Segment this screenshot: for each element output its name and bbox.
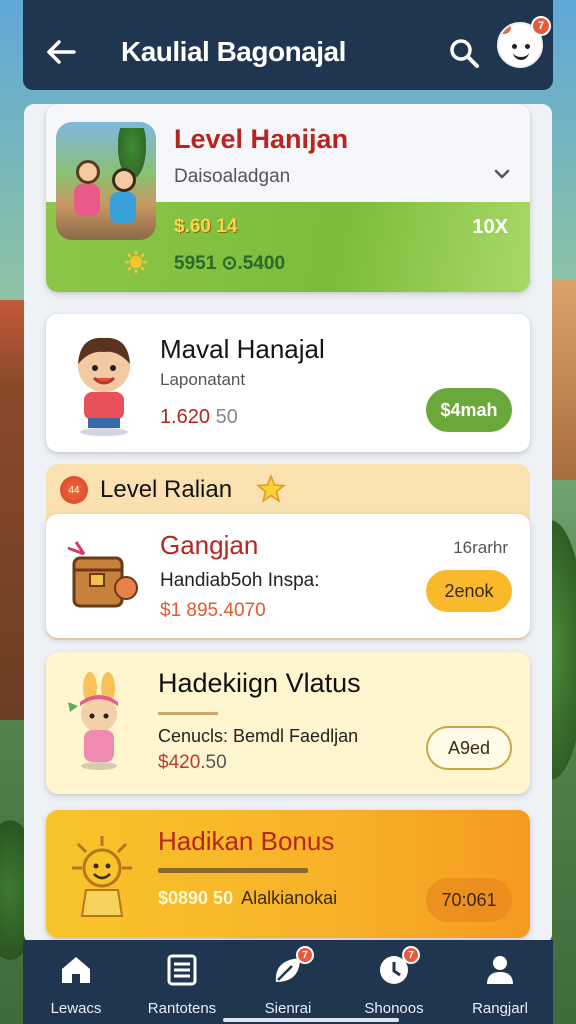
boy-character-icon bbox=[78, 337, 130, 436]
bottom-navigation: Lewacs Rantotens 7 Sienrai 7 Shonoos Ran… bbox=[23, 940, 553, 1024]
card-title: Maval Hanajal bbox=[160, 334, 325, 364]
chevron-down-icon[interactable] bbox=[492, 164, 512, 184]
price-primary: $.60 14 bbox=[174, 216, 238, 237]
level-card[interactable]: Level Hanijan Daisoaladgan $.60 14 5951 … bbox=[46, 104, 530, 292]
buy-button[interactable]: $4mah bbox=[426, 388, 512, 432]
avatar-ear bbox=[499, 24, 511, 34]
profile-avatar-button[interactable]: 7 bbox=[497, 16, 551, 68]
page-title: Kaulial Bagonajal bbox=[121, 36, 346, 67]
sun-icon bbox=[125, 251, 147, 273]
nav-label: Sienrai bbox=[264, 1000, 312, 1017]
divider bbox=[158, 868, 308, 873]
section-title: Level Ralian bbox=[100, 476, 233, 503]
child-head-right bbox=[112, 168, 136, 192]
treasure-chest-icon bbox=[67, 541, 138, 608]
offer-value-rest: .50 bbox=[200, 752, 227, 773]
card-subtitle: Daisoaladgan bbox=[174, 166, 291, 187]
level-thumbnail-image bbox=[56, 122, 156, 240]
bonus-title: Hadikan Bonus bbox=[158, 826, 335, 856]
offer-value: $1 895.4070 bbox=[160, 600, 266, 621]
price-secondary: 5951 ⊙.5400 bbox=[174, 253, 286, 274]
sun-character-icon bbox=[72, 836, 132, 917]
offer-card-hadekiign[interactable]: Hadekiign Vlatus Cenucls: Bemdl Faedljan… bbox=[46, 652, 530, 794]
offer-button[interactable]: A9ed bbox=[426, 726, 512, 770]
offer-subtitle: Handiab5oh Inspa: bbox=[160, 570, 320, 591]
offer-note: 16rarhr bbox=[453, 538, 508, 557]
offer-title: Gangjan bbox=[160, 530, 259, 560]
avatar-eye-left bbox=[512, 44, 517, 49]
nav-label: Shonoos bbox=[364, 1000, 424, 1017]
divider bbox=[158, 712, 218, 715]
card-value: 1.620 50 bbox=[160, 406, 238, 429]
offer-button[interactable]: 2enok bbox=[426, 570, 512, 612]
avatar-mouth bbox=[513, 52, 529, 60]
multiplier-label: 10X bbox=[472, 216, 508, 238]
card-value-highlight: 1.620 bbox=[160, 406, 211, 428]
home-indicator bbox=[223, 1018, 399, 1022]
offer-card-gangjan[interactable]: Gangjan 16rarhr Handiab5oh Inspa: $1 895… bbox=[46, 514, 530, 638]
person-icon bbox=[487, 956, 513, 984]
home-icon bbox=[62, 957, 90, 983]
app-header: Kaulial Bagonajal 7 bbox=[23, 0, 553, 90]
nav-item-home[interactable]: Lewacs bbox=[26, 952, 126, 1017]
avatar-eye-right bbox=[525, 44, 530, 49]
child-head-left bbox=[76, 160, 100, 184]
card-subtitle: Laponatant bbox=[160, 370, 246, 389]
nav-label: Rantotens bbox=[147, 1000, 217, 1017]
bonus-value-note: Alalkianokai bbox=[241, 888, 338, 908]
child-body-left bbox=[74, 184, 100, 216]
nav-item-profile[interactable]: Rangjarl bbox=[450, 952, 550, 1017]
character-card[interactable]: Maval Hanajal Laponatant 1.620 50 $4mah bbox=[46, 314, 530, 452]
offer-value-highlight: $420 bbox=[158, 752, 201, 773]
nav-item-clock[interactable]: 7 Shonoos bbox=[344, 946, 444, 1017]
nav-item-leaf[interactable]: 7 Sienrai bbox=[238, 946, 338, 1017]
offer-subtitle: Cenucls: Bemdl Faedljan bbox=[158, 726, 359, 746]
nav-item-list[interactable]: Rantotens bbox=[132, 952, 232, 1017]
nav-label: Rangjarl bbox=[472, 1000, 528, 1017]
main-panel: Level Hanijan Daisoaladgan $.60 14 5951 … bbox=[24, 104, 552, 944]
arrow-left-icon bbox=[47, 40, 76, 64]
nav-badge: 7 bbox=[402, 946, 420, 964]
list-icon bbox=[167, 954, 197, 986]
coin-badge: 44 bbox=[60, 476, 88, 504]
child-body-right bbox=[110, 192, 136, 224]
bonus-value: $0890 50 Alalkianokai bbox=[158, 888, 337, 909]
bonus-value-amount: $0890 50 bbox=[158, 888, 234, 908]
bonus-timer-button[interactable]: 70:061 bbox=[426, 878, 512, 922]
offer-value: $420.50 bbox=[158, 752, 227, 774]
search-icon bbox=[450, 39, 479, 68]
nav-label: Lewacs bbox=[50, 1000, 102, 1017]
search-button[interactable] bbox=[447, 36, 481, 70]
notification-badge: 7 bbox=[531, 16, 551, 36]
bunny-character-icon bbox=[68, 672, 118, 770]
card-value-rest: 50 bbox=[210, 406, 238, 428]
offer-title: Hadekiign Vlatus bbox=[158, 668, 361, 698]
nav-badge: 7 bbox=[296, 946, 314, 964]
bonus-card[interactable]: Hadikan Bonus $0890 50 Alalkianokai 70:06… bbox=[46, 810, 530, 938]
card-title: Level Hanijan bbox=[174, 124, 349, 154]
back-button[interactable] bbox=[41, 32, 81, 72]
star-icon bbox=[256, 474, 286, 503]
